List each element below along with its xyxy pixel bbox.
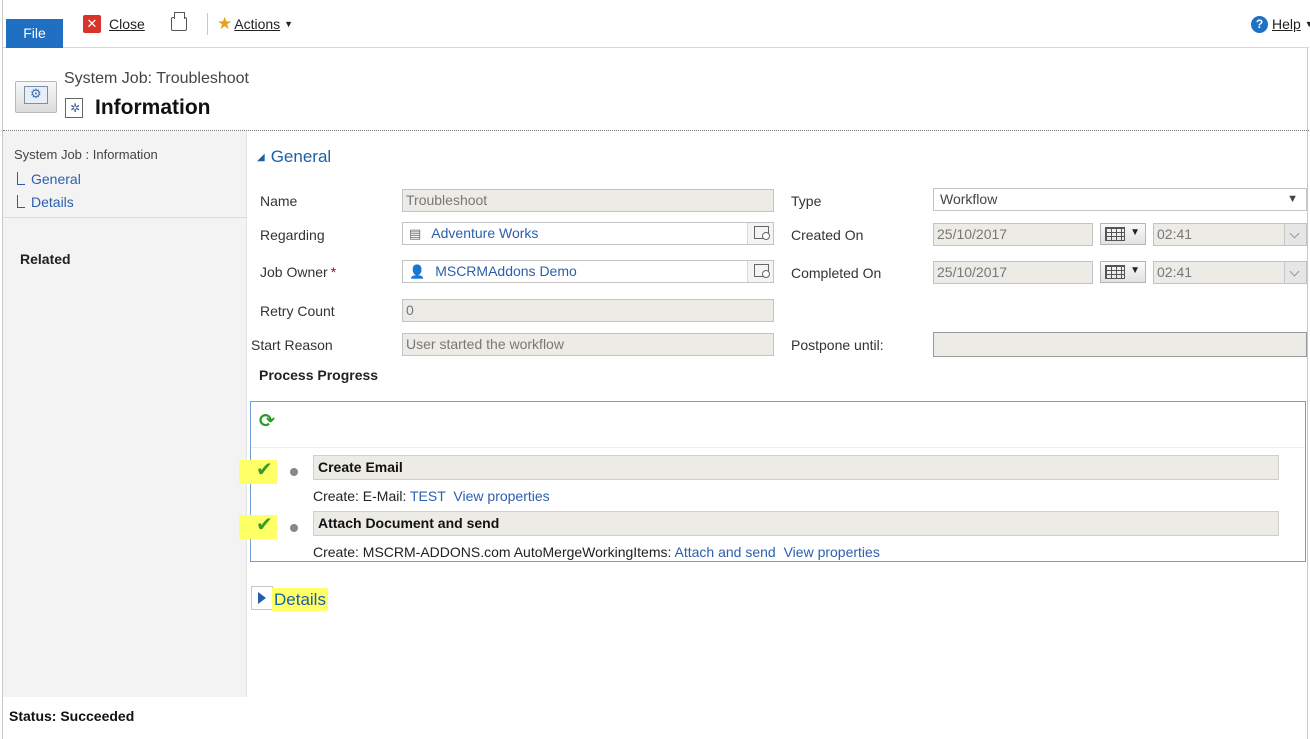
created-on-label: Created On (791, 227, 864, 243)
tree-connector-icon (17, 172, 25, 185)
job-owner-label: Job Owner * (260, 264, 336, 280)
record-subtitle: System Job: Troubleshoot (64, 70, 249, 87)
regarding-lookup[interactable]: ▤ Adventure Works (402, 222, 774, 245)
completed-on-label: Completed On (791, 265, 882, 281)
process-progress-title: Process Progress (259, 367, 379, 383)
section-general-title: General (270, 147, 332, 166)
created-on-calendar-button[interactable]: ▼ (1100, 223, 1146, 245)
job-owner-label-text: Job Owner (260, 264, 328, 280)
completed-on-time-value: 02:41 (1157, 264, 1193, 280)
toolbar-separator (207, 13, 208, 35)
job-owner-lookup[interactable]: 👤 MSCRMAddons Demo (402, 260, 774, 283)
step-2-title: Attach Document and send (313, 511, 1279, 536)
chevron-down-icon: ▼ (1304, 19, 1310, 29)
nav-heading: System Job : Information (14, 147, 158, 162)
tree-connector-icon (17, 195, 25, 208)
time-dropdown-icon[interactable] (1284, 224, 1306, 245)
form-title-text: Information (95, 96, 211, 119)
job-owner-value[interactable]: MSCRMAddons Demo (435, 263, 577, 279)
regarding-value[interactable]: Adventure Works (431, 225, 538, 241)
postpone-until-label: Postpone until: (791, 337, 884, 353)
window-frame: File ✕ Close ★ Actions ▼ ? Help ▼ ⚙ Syst… (2, 0, 1310, 739)
step-1-check-icon: ✔ (256, 459, 273, 481)
created-on-time-value: 02:41 (1157, 226, 1193, 242)
nav-divider (3, 217, 247, 218)
step-1-bullet-icon (290, 468, 298, 476)
process-toolbar: ⟳ (251, 402, 1305, 448)
actions-menu-button[interactable]: ★ Actions ▼ (217, 13, 293, 35)
form-title[interactable]: Information (65, 96, 211, 120)
system-job-entity-icon: ⚙ (15, 81, 57, 113)
postpone-until-field[interactable] (933, 332, 1307, 357)
help-label: Help (1272, 16, 1301, 32)
step-2-description: Create: MSCRM-ADDONS.com AutoMergeWorkin… (313, 544, 880, 560)
record-header: ⚙ System Job: Troubleshoot Information (3, 48, 1309, 131)
nav-item-details[interactable]: Details (17, 194, 74, 210)
required-asterisk: * (330, 264, 337, 280)
name-field[interactable]: Troubleshoot (402, 189, 774, 212)
printer-icon (171, 12, 187, 31)
step-2-bullet-icon (290, 524, 298, 532)
completed-on-time-field[interactable]: 02:41 (1153, 261, 1307, 284)
nav-item-general[interactable]: General (17, 171, 81, 187)
nav-related-heading: Related (20, 251, 71, 267)
nav-item-label: Details (31, 194, 74, 210)
account-icon: ▤ (409, 226, 422, 241)
close-button[interactable]: ✕ Close (83, 13, 145, 35)
details-expand-icon[interactable] (251, 586, 273, 610)
created-on-date-field[interactable]: 25/10/2017 (933, 223, 1093, 246)
nav-item-label: General (31, 171, 81, 187)
retry-count-field[interactable]: 0 (402, 299, 774, 322)
type-label: Type (791, 193, 822, 209)
step-1-description: Create: E-Mail: TEST View properties (313, 488, 550, 504)
process-progress-panel: ⟳ ✔ Create Email Create: E-Mail: TEST Vi… (239, 401, 1306, 562)
step-1-desc-prefix: Create: E-Mail: (313, 488, 407, 504)
dropdown-arrow-icon: ▼ (1287, 193, 1298, 205)
type-value: Workflow (940, 191, 998, 207)
section-details-title[interactable]: Details (272, 588, 328, 611)
help-menu-button[interactable]: ? Help ▼ (1251, 13, 1310, 35)
actions-label: Actions (234, 16, 281, 32)
user-icon: 👤 (409, 264, 426, 279)
calendar-icon (1105, 265, 1125, 279)
print-button[interactable] (171, 12, 187, 35)
lookup-search-icon[interactable] (747, 261, 773, 282)
retry-count-label: Retry Count (260, 303, 335, 319)
type-select[interactable]: Workflow ▼ (933, 188, 1307, 211)
step-1-title: Create Email (313, 455, 1279, 480)
start-reason-field[interactable]: User started the workflow (402, 333, 774, 356)
name-label: Name (260, 193, 298, 209)
start-reason-label: Start Reason (251, 337, 333, 353)
step-1-view-properties-link[interactable]: View properties (453, 488, 549, 504)
help-icon: ? (1251, 15, 1268, 33)
step-2-record-link[interactable]: Attach and send (675, 544, 776, 560)
file-button[interactable]: File (6, 19, 63, 48)
command-bar: File ✕ Close ★ Actions ▼ ? Help ▼ (3, 0, 1310, 48)
chevron-down-icon: ▼ (1130, 227, 1140, 238)
chevron-down-icon: ▼ (284, 19, 294, 29)
calendar-icon (1105, 227, 1125, 241)
step-2-view-properties-link[interactable]: View properties (784, 544, 880, 560)
refresh-icon[interactable]: ⟳ (259, 410, 275, 433)
created-on-time-field[interactable]: 02:41 (1153, 223, 1307, 246)
section-general-toggle[interactable]: ◢ General (257, 147, 331, 167)
left-navigation: System Job : Information General Details… (3, 131, 247, 697)
step-2-desc-prefix: Create: MSCRM-ADDONS.com AutoMergeWorkin… (313, 544, 672, 560)
chevron-down-icon: ▼ (1130, 265, 1140, 276)
collapse-triangle-icon: ◢ (257, 151, 265, 163)
completed-on-date-field[interactable]: 25/10/2017 (933, 261, 1093, 284)
time-dropdown-icon[interactable] (1284, 262, 1306, 283)
lookup-search-icon[interactable] (747, 223, 773, 244)
completed-on-calendar-button[interactable]: ▼ (1100, 261, 1146, 283)
form-selector-icon (65, 98, 83, 118)
status-bar-text: Status: Succeeded (9, 708, 135, 724)
step-1-record-link[interactable]: TEST (410, 488, 446, 504)
close-icon: ✕ (83, 15, 101, 33)
regarding-label: Regarding (260, 227, 325, 243)
close-label: Close (109, 16, 145, 32)
actions-star-icon: ★ (217, 14, 233, 33)
step-2-check-icon: ✔ (256, 514, 273, 536)
